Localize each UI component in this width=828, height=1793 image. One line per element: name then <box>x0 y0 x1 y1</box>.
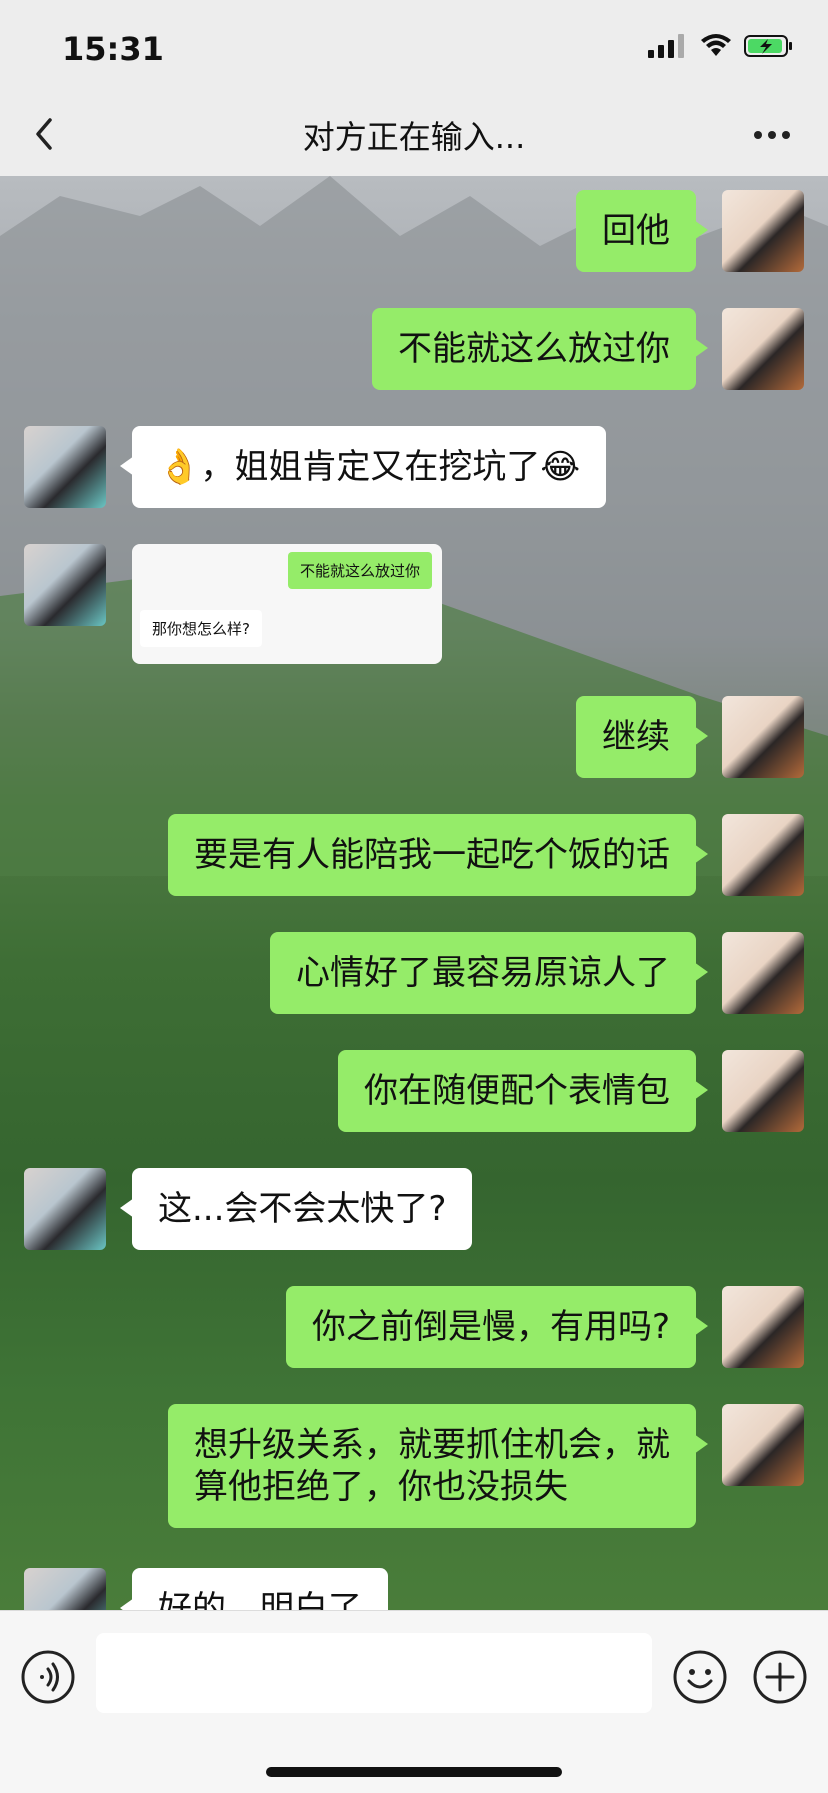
status-bar: 15:31 <box>0 0 828 96</box>
message-row: 要是有人能陪我一起吃个饭的话 <box>0 814 828 898</box>
chat-area[interactable]: 回他 不能就这么放过你 👌，姐姐肯定又在挖坑了😂 不能就这么放过你 那你想怎么样… <box>0 176 828 1610</box>
message-bubble[interactable]: 这...会不会太快了? <box>119 1168 473 1250</box>
message-bubble[interactable]: 要是有人能陪我一起吃个饭的话 <box>168 814 708 896</box>
message-row: 你之前倒是慢，有用吗? <box>0 1286 828 1370</box>
message-bubble[interactable]: 好的，明白了 <box>120 1568 388 1610</box>
status-icons <box>648 34 794 58</box>
avatar[interactable] <box>24 544 106 626</box>
message-row: 回他 <box>0 190 828 274</box>
battery-icon <box>744 35 792 57</box>
message-row: 好的，明白了 <box>0 1568 828 1610</box>
message-row: 这...会不会太快了? <box>0 1168 828 1252</box>
avatar[interactable] <box>722 932 804 1014</box>
quoted-message-left: 那你想怎么样? <box>140 610 262 647</box>
avatar[interactable] <box>24 426 106 508</box>
more-dots-icon[interactable] <box>752 120 792 150</box>
image-message[interactable]: 不能就这么放过你 那你想怎么样? <box>132 544 442 664</box>
page-title: 对方正在输入... <box>302 118 526 156</box>
avatar[interactable] <box>722 1286 804 1368</box>
input-bar <box>0 1610 828 1793</box>
message-bubble[interactable]: 心情好了最容易原谅人了 <box>270 932 708 1014</box>
signal-icon <box>648 34 684 58</box>
message-bubble[interactable]: 你之前倒是慢，有用吗? <box>285 1286 709 1368</box>
message-line: 想升级关系，就要抓住机会，就 <box>194 1425 670 1465</box>
avatar[interactable] <box>24 1568 106 1610</box>
avatar[interactable] <box>722 190 804 272</box>
message-bubble[interactable]: 继续 <box>576 696 708 778</box>
status-time: 15:31 <box>62 30 164 68</box>
message-row: 你在随便配个表情包 <box>0 1050 828 1134</box>
message-row: 不能就这么放过你 <box>0 308 828 392</box>
message-bubble[interactable]: 想升级关系，就要抓住机会，就 算他拒绝了，你也没损失 <box>168 1404 708 1528</box>
message-row: 想升级关系，就要抓住机会，就 算他拒绝了，你也没损失 <box>0 1404 828 1532</box>
message-row: 继续 <box>0 696 828 780</box>
quoted-message-right: 不能就这么放过你 <box>287 552 432 589</box>
message-input[interactable] <box>96 1633 652 1713</box>
message-row: 👌，姐姐肯定又在挖坑了😂 <box>0 426 828 510</box>
message-bubble[interactable]: 👌，姐姐肯定又在挖坑了😂 <box>119 426 607 508</box>
voice-icon[interactable] <box>20 1649 76 1705</box>
avatar[interactable] <box>722 308 804 390</box>
avatar[interactable] <box>722 1050 804 1132</box>
message-row: 不能就这么放过你 那你想怎么样? <box>0 544 828 664</box>
avatar[interactable] <box>722 696 804 778</box>
message-bubble[interactable]: 不能就这么放过你 <box>372 308 708 390</box>
wifi-icon <box>701 34 731 56</box>
message-row: 心情好了最容易原谅人了 <box>0 932 828 1016</box>
avatar[interactable] <box>24 1168 106 1250</box>
plus-icon[interactable] <box>752 1649 808 1705</box>
message-bubble[interactable]: 回他 <box>576 190 708 272</box>
avatar[interactable] <box>722 1404 804 1486</box>
message-line: 算他拒绝了，你也没损失 <box>194 1467 568 1507</box>
home-indicator <box>266 1767 562 1777</box>
nav-bar: 对方正在输入... <box>0 96 828 176</box>
emoji-icon[interactable] <box>672 1649 728 1705</box>
message-bubble[interactable]: 你在随便配个表情包 <box>338 1050 708 1132</box>
avatar[interactable] <box>722 814 804 896</box>
